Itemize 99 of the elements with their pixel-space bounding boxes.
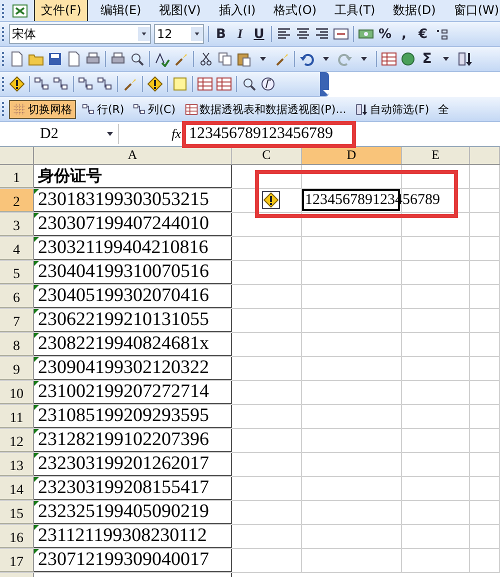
toolbar-button[interactable]: 列(C) — [130, 100, 178, 118]
table-cell-text: 232325199405090219 — [37, 501, 209, 523]
globe-icon[interactable] — [400, 51, 416, 67]
toolbar-options-button[interactable] — [320, 72, 329, 96]
row-header[interactable]: 5 — [0, 261, 34, 284]
tree-icon — [82, 102, 95, 116]
table-cell-text: 231085199209293595 — [37, 405, 209, 427]
save-icon[interactable] — [47, 51, 63, 67]
toolbar-button[interactable]: 切换网格 — [9, 100, 76, 118]
row-header[interactable]: 16 — [0, 525, 34, 548]
spreadsheet-icon[interactable] — [12, 2, 28, 18]
row-header[interactable]: 9 — [0, 357, 34, 380]
column-header[interactable]: C — [232, 147, 302, 164]
magnifier-icon[interactable] — [129, 51, 145, 67]
font-dropdown[interactable]: 宋体 — [9, 24, 151, 44]
menu-item[interactable]: 视图(V) — [153, 0, 207, 21]
table-icon[interactable] — [381, 51, 397, 67]
menu-item[interactable]: 工具(T) — [328, 0, 382, 21]
table-cell-text: 230405199302070416 — [37, 285, 209, 307]
note-icon[interactable] — [172, 76, 188, 92]
format-button[interactable]: , — [396, 26, 412, 42]
table-cell-text: 230622199210131055 — [37, 309, 209, 331]
row-header[interactable]: 8 — [0, 333, 34, 356]
name-box[interactable]: D2 — [0, 124, 119, 144]
menu-item[interactable]: 数据(D) — [387, 0, 442, 21]
row-header[interactable]: 17 — [0, 549, 34, 572]
table-icon[interactable] — [216, 76, 232, 92]
table-cell-text: 23082219940824681x — [37, 333, 209, 355]
formula-input[interactable]: 123456789123456789 — [187, 125, 333, 143]
magnifier-icon[interactable] — [241, 76, 257, 92]
menu-item[interactable]: 文件(F) — [34, 0, 88, 21]
row-header[interactable]: 3 — [0, 213, 34, 236]
format-button[interactable]: U — [251, 26, 267, 42]
warning-icon[interactable] — [147, 76, 163, 92]
menu-item[interactable]: 编辑(E) — [94, 0, 148, 21]
table-cell-text: 230321199404210816 — [37, 237, 208, 259]
table-cell-text: 231121199308230112 — [37, 525, 207, 547]
row-header[interactable]: 12 — [0, 429, 34, 452]
table-cell-text: 230904199302120322 — [37, 357, 209, 379]
function-icon[interactable] — [260, 76, 276, 92]
table-cell-text: 身份证号 — [37, 165, 102, 187]
paste-icon[interactable] — [236, 51, 252, 67]
row-header[interactable]: 15 — [0, 501, 34, 524]
brush-icon[interactable] — [274, 51, 290, 67]
menu-item[interactable]: 格式(O) — [268, 0, 323, 21]
format-button[interactable]: I — [232, 26, 248, 42]
row-header[interactable]: 11 — [0, 405, 34, 428]
toolbar-button[interactable]: 行(R) — [79, 100, 128, 118]
table-cell-text: 230307199407244010 — [37, 213, 209, 235]
tree-icon[interactable] — [34, 76, 50, 92]
menu-item[interactable]: 窗口(W) — [448, 0, 500, 21]
menu-item[interactable]: 插入(I) — [212, 0, 262, 21]
table-cell-text: 232303199208155417 — [37, 477, 209, 499]
sort-icon[interactable] — [457, 51, 473, 67]
grid-icon — [13, 102, 26, 116]
font-size-dropdown[interactable]: 12 — [154, 24, 204, 44]
row-header[interactable]: 2 — [0, 189, 34, 212]
format-button[interactable]: € — [415, 26, 431, 42]
sum-button[interactable]: Σ — [419, 51, 435, 67]
tree-icon[interactable] — [78, 76, 94, 92]
row-header[interactable]: 7 — [0, 309, 34, 332]
column-header[interactable]: E — [402, 147, 470, 164]
table-cell-text: 232303199201262017 — [37, 453, 209, 475]
merge-cells-icon[interactable] — [333, 26, 349, 42]
tree-icon[interactable] — [97, 76, 113, 92]
row-header[interactable]: 13 — [0, 453, 34, 476]
row-header[interactable]: 6 — [0, 285, 34, 308]
sort-icon — [355, 102, 368, 116]
brush-icon[interactable] — [122, 76, 138, 92]
column-header[interactable]: D — [302, 147, 402, 164]
warning-icon[interactable] — [262, 191, 280, 209]
tree-icon[interactable] — [53, 76, 69, 92]
column-header[interactable]: A — [34, 147, 232, 164]
table-cell-text: 230404199310070516 — [37, 261, 209, 283]
toolbar-button[interactable]: 全 — [435, 100, 452, 118]
row-header[interactable]: 4 — [0, 237, 34, 260]
table-icon[interactable] — [197, 76, 213, 92]
copy-icon[interactable] — [217, 51, 233, 67]
brush-icon[interactable] — [173, 51, 189, 67]
row-header[interactable]: 10 — [0, 381, 34, 404]
table-cell-text: 231002199207272714 — [37, 381, 209, 403]
table-cell-text: 230712199309040017 — [37, 549, 209, 571]
warning-icon[interactable] — [9, 76, 25, 92]
format-button[interactable]: % — [377, 26, 393, 42]
table-icon — [184, 102, 198, 116]
table-cell-text: 230183199303053215 — [37, 189, 209, 211]
undo-icon[interactable] — [299, 51, 315, 67]
format-button[interactable]: B — [213, 26, 229, 42]
spell-check-icon[interactable] — [154, 51, 170, 67]
row-header[interactable]: 14 — [0, 477, 34, 500]
function-button[interactable]: fx — [119, 126, 187, 142]
scissors-icon[interactable] — [198, 51, 214, 67]
toolbar-button[interactable]: 自动筛选(F) — [352, 100, 432, 118]
tree-icon — [133, 102, 146, 116]
toolbar-button[interactable]: 数据透视表和数据透视图(P)... — [182, 100, 350, 118]
page-icon[interactable] — [9, 51, 25, 67]
page-icon[interactable] — [66, 51, 82, 67]
row-header[interactable]: 1 — [0, 165, 34, 188]
table-cell-text: 231282199102207396 — [37, 429, 209, 451]
